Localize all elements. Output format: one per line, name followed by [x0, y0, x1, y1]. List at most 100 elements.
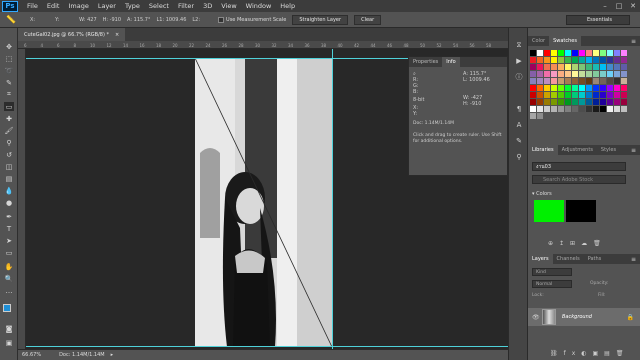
- character-icon[interactable]: A: [514, 120, 524, 130]
- color-swatch[interactable]: [586, 92, 593, 99]
- tab-info[interactable]: Info: [442, 57, 460, 67]
- guide-line[interactable]: [26, 346, 508, 347]
- color-swatch[interactable]: [586, 71, 593, 78]
- menu-image[interactable]: Image: [68, 2, 88, 10]
- color-swatch[interactable]: [530, 99, 537, 106]
- color-swatch[interactable]: [558, 50, 565, 57]
- brush-tool-icon[interactable]: 🖌: [4, 126, 14, 135]
- menu-layer[interactable]: Layer: [98, 2, 116, 10]
- layer-kind-filter[interactable]: Kind: [532, 268, 572, 276]
- color-swatch[interactable]: [586, 64, 593, 71]
- menu-edit[interactable]: Edit: [47, 2, 60, 10]
- color-swatch[interactable]: [565, 78, 572, 85]
- photo-canvas[interactable]: [195, 58, 332, 347]
- color-swatch[interactable]: [586, 78, 593, 85]
- visibility-eye-icon[interactable]: 👁: [532, 314, 540, 321]
- color-swatch[interactable]: [572, 50, 579, 57]
- color-swatch[interactable]: [530, 71, 537, 78]
- status-arrow-icon[interactable]: ▸: [111, 352, 114, 358]
- color-swatch[interactable]: [551, 71, 558, 78]
- maximize-button[interactable]: □: [612, 0, 626, 12]
- zoom-level[interactable]: 66.67%: [22, 352, 41, 358]
- menu-help[interactable]: Help: [280, 2, 295, 10]
- color-swatch[interactable]: [551, 78, 558, 85]
- tab-adjustments[interactable]: Adjustments: [558, 145, 597, 155]
- color-swatch[interactable]: [572, 71, 579, 78]
- color-swatch[interactable]: [558, 92, 565, 99]
- color-swatch[interactable]: [607, 50, 614, 57]
- color-swatch[interactable]: [579, 85, 586, 92]
- color-swatch[interactable]: [593, 64, 600, 71]
- color-swatch[interactable]: [607, 71, 614, 78]
- color-swatch[interactable]: [537, 106, 544, 113]
- workspace-select[interactable]: Essentials: [566, 15, 630, 25]
- color-swatch[interactable]: [593, 71, 600, 78]
- color-swatch[interactable]: [530, 78, 537, 85]
- color-swatch[interactable]: [565, 85, 572, 92]
- color-swatch[interactable]: [544, 92, 551, 99]
- color-swatch[interactable]: [593, 92, 600, 99]
- color-swatch[interactable]: [551, 57, 558, 64]
- color-swatch[interactable]: [565, 92, 572, 99]
- color-swatch[interactable]: [572, 78, 579, 85]
- color-swatch[interactable]: [530, 92, 537, 99]
- color-swatch[interactable]: [593, 99, 600, 106]
- color-swatch[interactable]: [579, 92, 586, 99]
- color-swatch[interactable]: [621, 64, 628, 71]
- panel-menu-icon[interactable]: ≡: [631, 147, 636, 154]
- tab-channels[interactable]: Channels: [553, 254, 584, 264]
- more-tools-icon[interactable]: …: [4, 286, 14, 295]
- color-swatch[interactable]: [572, 99, 579, 106]
- color-swatch[interactable]: [614, 57, 621, 64]
- color-swatch[interactable]: [551, 50, 558, 57]
- color-swatch[interactable]: [537, 113, 544, 120]
- color-swatch[interactable]: [586, 85, 593, 92]
- color-swatch[interactable]: [593, 50, 600, 57]
- color-swatch[interactable]: [544, 106, 551, 113]
- color-swatch[interactable]: [586, 50, 593, 57]
- blend-mode-select[interactable]: Normal: [532, 280, 572, 288]
- tab-color[interactable]: Color: [528, 36, 549, 46]
- color-swatch[interactable]: [579, 78, 586, 85]
- shape-tool-icon[interactable]: ▭: [4, 248, 14, 257]
- color-swatch[interactable]: [621, 71, 628, 78]
- gradient-tool-icon[interactable]: ▤: [4, 174, 14, 183]
- color-swatch[interactable]: [614, 50, 621, 57]
- color-swatch[interactable]: [593, 106, 600, 113]
- use-measurement-checkbox[interactable]: [218, 16, 225, 23]
- healing-brush-icon[interactable]: ✚: [4, 114, 14, 123]
- crop-tool-icon[interactable]: ⌗: [4, 90, 14, 99]
- color-swatch[interactable]: [614, 106, 621, 113]
- color-swatch[interactable]: [600, 71, 607, 78]
- panel-menu-icon[interactable]: ≡: [631, 256, 636, 263]
- color-swatch[interactable]: [530, 50, 537, 57]
- color-swatch[interactable]: [614, 85, 621, 92]
- color-swatch[interactable]: [558, 71, 565, 78]
- color-swatch[interactable]: [544, 57, 551, 64]
- color-swatch[interactable]: [572, 57, 579, 64]
- color-swatch[interactable]: [544, 99, 551, 106]
- color-swatch[interactable]: [558, 64, 565, 71]
- menu-select[interactable]: Select: [149, 2, 169, 10]
- tab-styles[interactable]: Styles: [597, 145, 620, 155]
- color-swatch[interactable]: [607, 57, 614, 64]
- color-swatch[interactable]: [607, 106, 614, 113]
- color-swatch[interactable]: [558, 57, 565, 64]
- color-swatch[interactable]: [600, 78, 607, 85]
- color-swatch[interactable]: [614, 92, 621, 99]
- menu-type[interactable]: Type: [125, 2, 140, 10]
- color-swatch[interactable]: [565, 57, 572, 64]
- color-swatch[interactable]: [579, 50, 586, 57]
- color-swatch[interactable]: [572, 92, 579, 99]
- menu-view[interactable]: View: [221, 2, 236, 10]
- color-swatch[interactable]: [551, 85, 558, 92]
- color-swatch[interactable]: [600, 57, 607, 64]
- color-swatch[interactable]: [621, 85, 628, 92]
- color-swatch[interactable]: [565, 64, 572, 71]
- color-swatch[interactable]: [537, 64, 544, 71]
- type-tool-icon[interactable]: T: [4, 224, 14, 233]
- color-swatch[interactable]: [607, 85, 614, 92]
- history-icon[interactable]: ⧖: [514, 40, 524, 50]
- close-tab-icon[interactable]: ×: [115, 32, 119, 38]
- color-swatch[interactable]: [565, 99, 572, 106]
